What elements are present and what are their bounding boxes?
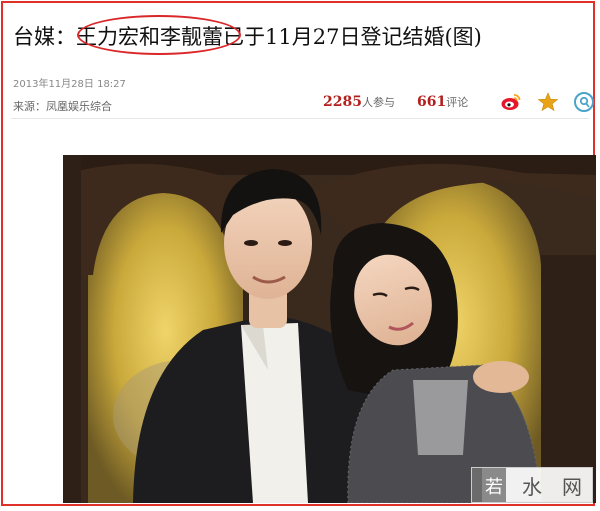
participants-label: 人参与 xyxy=(361,96,395,109)
name-highlight-circle xyxy=(77,15,241,55)
share-icon[interactable] xyxy=(573,91,595,113)
comments-label: 评论 xyxy=(446,96,469,109)
svg-text:若: 若 xyxy=(485,477,503,498)
svg-text:网: 网 xyxy=(562,475,582,499)
publish-date: 2013年11月28日 18:27 xyxy=(13,79,126,90)
article-source[interactable]: 来源：凤凰娱乐综合 xyxy=(13,98,112,114)
comments-count[interactable]: 661 xyxy=(417,94,446,110)
meta-divider xyxy=(11,118,589,119)
svg-text:水: 水 xyxy=(522,475,542,499)
weibo-icon[interactable] xyxy=(500,91,522,113)
article-photo xyxy=(63,155,596,503)
participants-count[interactable]: 2285 xyxy=(323,94,362,110)
article-stats: 2285人参与 661评论 xyxy=(323,94,468,110)
favorite-star-icon[interactable] xyxy=(537,91,559,113)
watermark-logo: 若 水 网 xyxy=(471,467,593,503)
